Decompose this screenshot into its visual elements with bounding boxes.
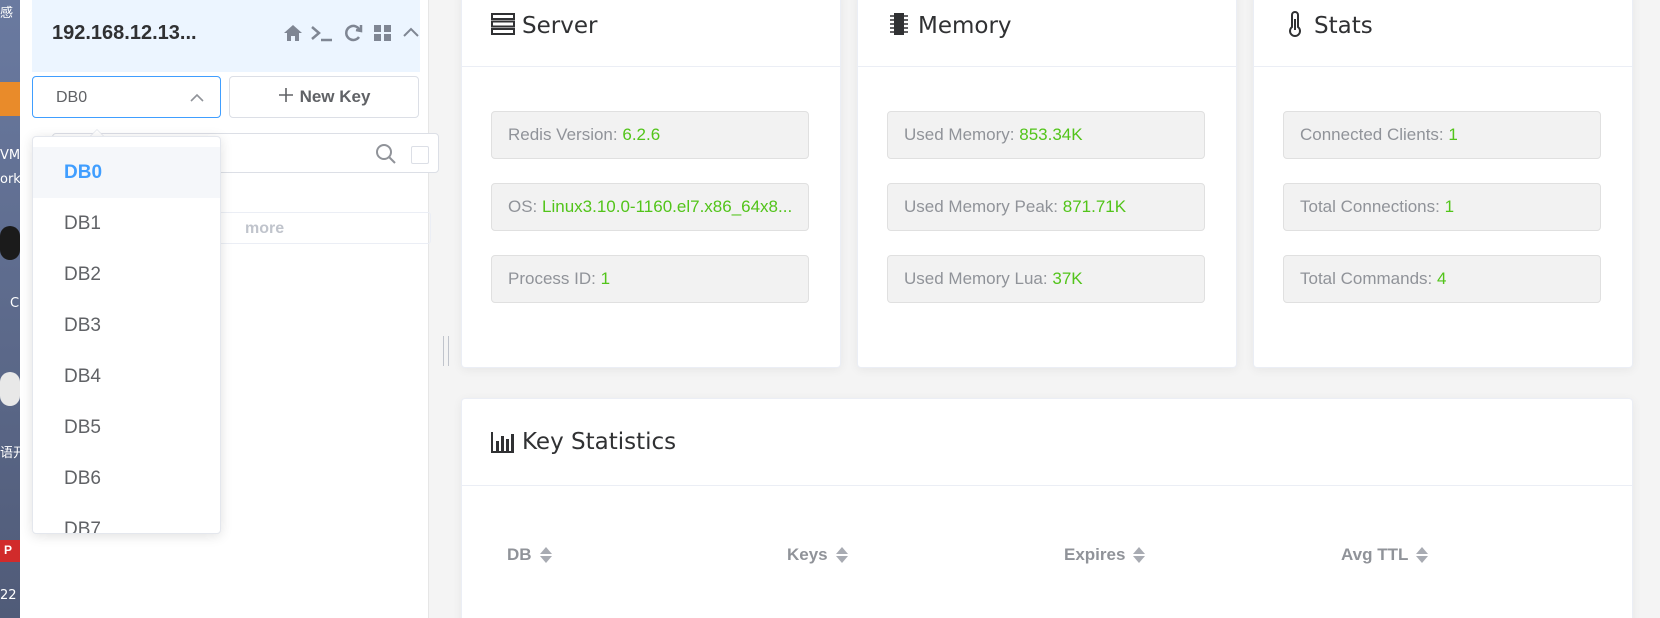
- stat-label: Total Commands:: [1300, 269, 1433, 288]
- plus-icon: [278, 87, 294, 108]
- stat-label: Process ID:: [508, 269, 596, 288]
- stat-item: Total Connections: 1: [1283, 183, 1601, 231]
- desktop-label: 22: [0, 588, 17, 603]
- stats-card: Stats Connected Clients: 1 Total Connect…: [1253, 0, 1633, 368]
- desktop-label: ork: [0, 172, 20, 187]
- db-option[interactable]: DB0: [33, 147, 220, 198]
- column-label: Expires: [1064, 545, 1126, 564]
- card-header: Key Statistics: [462, 399, 1632, 486]
- stat-value: 4: [1437, 269, 1447, 288]
- desktop-label: P: [4, 543, 13, 557]
- server-icon: [490, 11, 516, 37]
- stat-item: OS: Linux3.10.0-1160.el7.x86_64x8...: [491, 183, 809, 231]
- card-title: Server: [522, 13, 598, 39]
- desktop-label: 语开: [0, 446, 20, 461]
- stat-item: Redis Version: 6.2.6: [491, 111, 809, 159]
- stat-item: Used Memory: 853.34K: [887, 111, 1205, 159]
- stat-item: Total Commands: 4: [1283, 255, 1601, 303]
- home-icon[interactable]: [282, 22, 304, 44]
- stat-value: 871.71K: [1062, 197, 1127, 216]
- db-dropdown-menu: DB0 DB1 DB2 DB3 DB4 DB5 DB6 DB7: [32, 136, 221, 534]
- search-icon[interactable]: [375, 143, 397, 165]
- desktop-app-icon[interactable]: [0, 372, 20, 406]
- grid-icon[interactable]: [372, 22, 394, 44]
- column-label: Avg TTL: [1341, 545, 1409, 564]
- stat-label: Used Memory:: [904, 125, 1015, 144]
- db-option[interactable]: DB3: [33, 300, 220, 351]
- stat-value: 853.34K: [1019, 125, 1083, 144]
- card-title: Stats: [1314, 13, 1373, 39]
- stat-label: Redis Version:: [508, 125, 618, 144]
- db-option[interactable]: DB5: [33, 402, 220, 453]
- connection-header[interactable]: 192.168.12.13...: [32, 0, 420, 72]
- new-key-button[interactable]: New Key: [229, 76, 419, 118]
- chevron-up-icon: [190, 91, 204, 105]
- stat-value: 6.2.6: [622, 125, 661, 144]
- server-card: Server Redis Version: 6.2.6 OS: Linux3.1…: [461, 0, 841, 368]
- desktop-label: C: [10, 296, 20, 311]
- dropdown-arrow: [90, 129, 104, 136]
- stat-value: Linux3.10.0-1160.el7.x86_64x8...: [542, 197, 793, 216]
- memory-chip-icon: [886, 11, 912, 37]
- db-select[interactable]: DB0: [32, 76, 221, 118]
- thermometer-icon: [1282, 11, 1308, 37]
- stat-label: OS:: [508, 197, 538, 216]
- column-label: Keys: [787, 545, 828, 564]
- column-header-expires[interactable]: Expires: [1064, 545, 1146, 565]
- stat-item: Used Memory Peak: 871.71K: [887, 183, 1205, 231]
- sort-icon[interactable]: [539, 547, 552, 563]
- key-statistics-card: Key Statistics DB Keys Expires Avg TTL: [461, 398, 1633, 618]
- stat-value: 1: [1444, 197, 1455, 216]
- column-header-keys[interactable]: Keys: [787, 545, 848, 565]
- stat-label: Connected Clients:: [1300, 125, 1444, 144]
- stat-value: 37K: [1052, 269, 1083, 288]
- column-label: DB: [507, 545, 532, 564]
- db-option[interactable]: DB1: [33, 198, 220, 249]
- new-key-label: New Key: [299, 87, 371, 106]
- load-more-label: more: [245, 220, 285, 237]
- stat-label: Used Memory Peak:: [904, 197, 1058, 216]
- column-header-avg-ttl[interactable]: Avg TTL: [1341, 545, 1429, 565]
- stat-value: 1: [1448, 125, 1458, 144]
- terminal-icon[interactable]: [310, 22, 332, 44]
- panel-resizer[interactable]: [443, 336, 449, 366]
- sort-icon[interactable]: [1416, 547, 1429, 563]
- refresh-icon[interactable]: [342, 22, 364, 44]
- desktop-app-icon[interactable]: P: [0, 540, 20, 562]
- bar-chart-icon: [490, 429, 516, 455]
- db-select-value: DB0: [56, 89, 88, 106]
- stat-label: Total Connections:: [1300, 197, 1440, 216]
- memory-card: Memory Used Memory: 853.34K Used Memory …: [857, 0, 1237, 368]
- desktop-label: VM: [0, 148, 20, 163]
- stat-item: Process ID: 1: [491, 255, 809, 303]
- card-header: Server: [462, 1, 840, 67]
- stat-label: Used Memory Lua:: [904, 269, 1048, 288]
- db-option[interactable]: DB4: [33, 351, 220, 402]
- db-option[interactable]: DB2: [33, 249, 220, 300]
- desktop-app-icon[interactable]: [0, 82, 20, 116]
- sort-icon[interactable]: [1133, 547, 1146, 563]
- card-header: Stats: [1254, 1, 1632, 67]
- desktop-label: 感: [0, 6, 14, 21]
- stat-item: Connected Clients: 1: [1283, 111, 1601, 159]
- stat-item: Used Memory Lua: 37K: [887, 255, 1205, 303]
- db-option[interactable]: DB6: [33, 453, 220, 504]
- exact-match-checkbox[interactable]: [411, 146, 429, 164]
- chevron-up-icon[interactable]: [400, 22, 422, 44]
- desktop-app-icon[interactable]: [0, 226, 20, 260]
- card-header: Memory: [858, 1, 1236, 67]
- db-option[interactable]: DB7: [33, 504, 220, 533]
- card-title: Key Statistics: [522, 429, 677, 455]
- connection-name[interactable]: 192.168.12.13...: [52, 22, 197, 45]
- stat-value: 1: [600, 269, 611, 288]
- column-header-db[interactable]: DB: [507, 545, 552, 565]
- card-title: Memory: [918, 13, 1012, 39]
- desktop-strip: 感 VM ork C 语开 P 22: [0, 0, 20, 618]
- sort-icon[interactable]: [835, 547, 848, 563]
